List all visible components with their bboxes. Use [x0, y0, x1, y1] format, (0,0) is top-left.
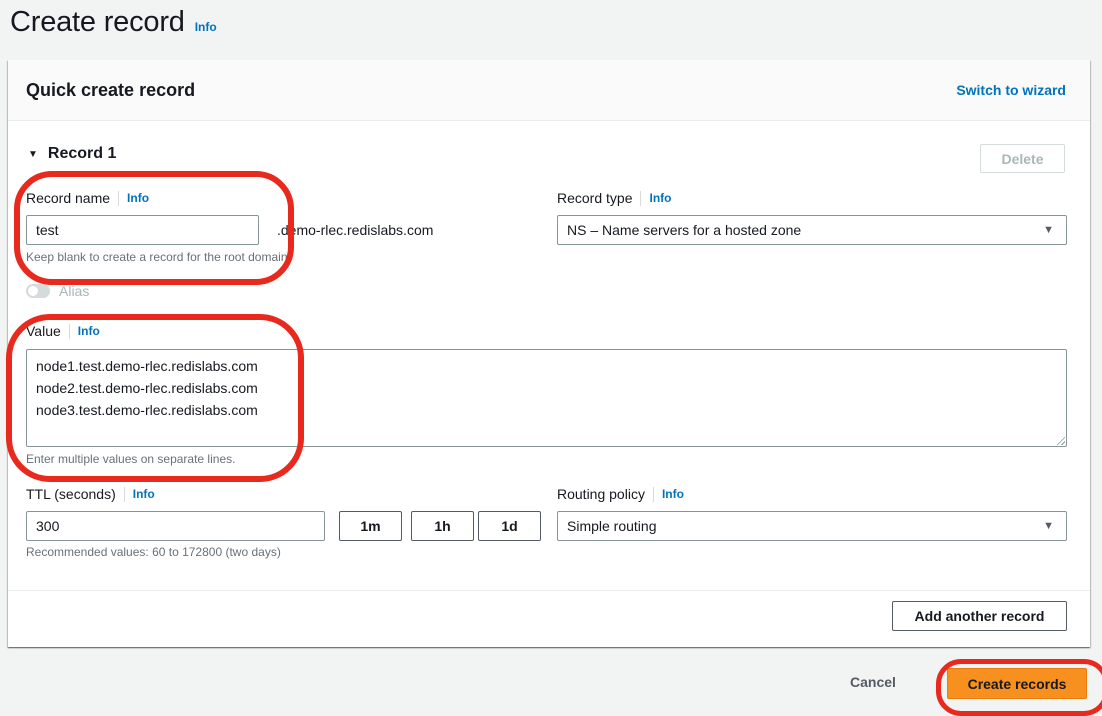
value-textarea[interactable]: node1.test.demo-rlec.redislabs.com node2…: [26, 349, 1067, 447]
panel-title: Quick create record: [26, 80, 195, 101]
record-section-header[interactable]: ▼ Record 1: [28, 145, 116, 163]
page-header: Create record Info: [10, 6, 217, 39]
routing-policy-select[interactable]: Simple routing ▼: [557, 511, 1067, 541]
quick-create-panel: Quick create record Switch to wizard ▼ R…: [8, 60, 1090, 647]
label-divider: [124, 487, 125, 502]
record-name-hint: Keep blank to create a record for the ro…: [26, 250, 291, 264]
label-divider: [653, 487, 654, 502]
ttl-info-link[interactable]: Info: [133, 487, 155, 501]
add-another-record-button[interactable]: Add another record: [892, 601, 1067, 631]
panel-header: Quick create record Switch to wizard: [8, 60, 1090, 121]
ttl-preset-1h-button[interactable]: 1h: [411, 511, 474, 541]
alias-toggle[interactable]: [26, 284, 50, 298]
record-type-select[interactable]: NS – Name servers for a hosted zone ▼: [557, 215, 1067, 245]
value-textarea-wrap: node1.test.demo-rlec.redislabs.com node2…: [26, 349, 1067, 447]
chevron-down-icon: ▼: [1043, 520, 1054, 532]
cancel-button[interactable]: Cancel: [850, 674, 896, 690]
alias-toggle-row: Alias: [26, 283, 89, 299]
ttl-preset-1m-button[interactable]: 1m: [339, 511, 402, 541]
ttl-input[interactable]: [26, 511, 325, 541]
collapse-triangle-icon: ▼: [28, 149, 38, 160]
chevron-down-icon: ▼: [1043, 224, 1054, 236]
label-divider: [118, 191, 119, 206]
value-info-link[interactable]: Info: [78, 324, 100, 338]
label-divider: [640, 191, 641, 206]
toggle-knob: [28, 286, 38, 296]
create-records-button[interactable]: Create records: [947, 668, 1087, 699]
domain-suffix: .demo-rlec.redislabs.com: [277, 215, 433, 245]
value-hint: Enter multiple values on separate lines.: [26, 452, 235, 466]
section-divider: [8, 590, 1090, 591]
value-label-row: Value Info: [26, 323, 100, 339]
record-type-info-link[interactable]: Info: [649, 191, 671, 205]
record-section-label: Record 1: [48, 145, 116, 163]
record-type-selected-value: NS – Name servers for a hosted zone: [567, 222, 801, 238]
alias-label: Alias: [59, 283, 89, 299]
routing-policy-label: Routing policy: [557, 486, 645, 502]
page-title: Create record: [10, 6, 185, 39]
ttl-preset-1d-button[interactable]: 1d: [478, 511, 541, 541]
record-name-label: Record name: [26, 190, 110, 206]
switch-to-wizard-link[interactable]: Switch to wizard: [956, 82, 1066, 98]
routing-policy-info-link[interactable]: Info: [662, 487, 684, 501]
label-divider: [69, 324, 70, 339]
ttl-label-row: TTL (seconds) Info: [26, 486, 155, 502]
record-type-label-row: Record type Info: [557, 190, 671, 206]
routing-policy-selected-value: Simple routing: [567, 518, 657, 534]
record-type-label: Record type: [557, 190, 632, 206]
ttl-hint: Recommended values: 60 to 172800 (two da…: [26, 545, 281, 559]
routing-policy-label-row: Routing policy Info: [557, 486, 684, 502]
record-name-input[interactable]: [26, 215, 259, 245]
ttl-label: TTL (seconds): [26, 486, 116, 502]
record-name-label-row: Record name Info: [26, 190, 149, 206]
delete-record-button[interactable]: Delete: [980, 144, 1065, 173]
page-info-link[interactable]: Info: [195, 20, 217, 34]
value-label: Value: [26, 323, 61, 339]
record-name-info-link[interactable]: Info: [127, 191, 149, 205]
